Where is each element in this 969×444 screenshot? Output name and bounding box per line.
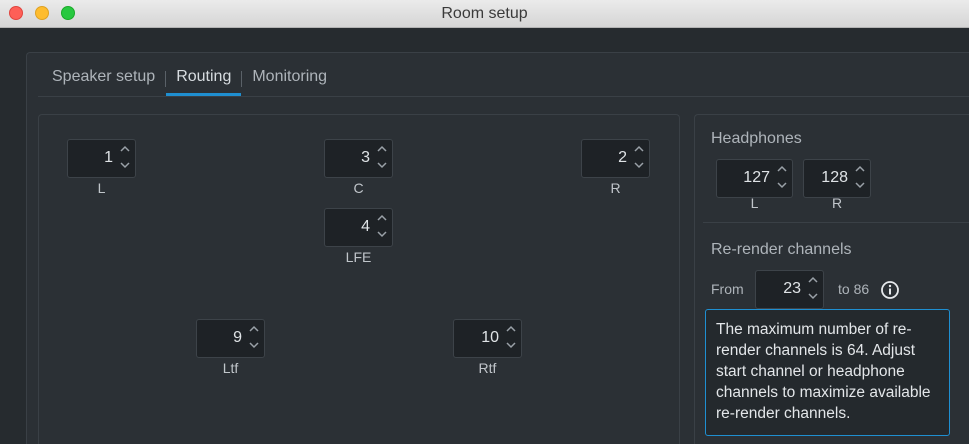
chevron-up-icon[interactable] — [807, 274, 819, 288]
chevron-down-icon[interactable] — [807, 291, 819, 305]
headphones-right-stepper[interactable]: 128 — [803, 159, 871, 198]
chevron-up-icon[interactable] — [119, 143, 131, 157]
chevron-up-icon[interactable] — [248, 323, 260, 337]
speaker-lfe-label: LFE — [345, 249, 372, 265]
chevron-down-icon[interactable] — [119, 160, 131, 174]
speaker-c-stepper[interactable]: 3 — [324, 139, 393, 178]
chevron-down-icon[interactable] — [505, 340, 517, 354]
rerender-from-label: From — [711, 281, 744, 297]
chevron-up-icon[interactable] — [505, 323, 517, 337]
title-bar: Room setup — [0, 0, 969, 28]
speaker-r-value: 2 — [618, 149, 627, 166]
chevron-down-icon[interactable] — [376, 229, 388, 243]
tabs-divider — [38, 96, 969, 97]
headphones-left-label: L — [750, 195, 759, 211]
chevron-up-icon[interactable] — [633, 143, 645, 157]
speaker-r-stepper[interactable]: 2 — [581, 139, 650, 178]
speaker-l-value: 1 — [104, 149, 113, 166]
chevron-up-icon[interactable] — [854, 163, 866, 177]
speaker-lfe-value: 4 — [361, 218, 370, 235]
section-divider — [703, 222, 969, 223]
rerender-to-label: to 86 — [838, 281, 870, 297]
tab-bar: Speaker setup Routing Monitoring — [42, 66, 337, 96]
tab-speaker-setup[interactable]: Speaker setup — [42, 66, 165, 94]
headphones-title: Headphones — [711, 130, 802, 147]
chevron-down-icon[interactable] — [854, 180, 866, 194]
chevron-up-icon[interactable] — [776, 163, 788, 177]
speaker-ltf-label: Ltf — [222, 360, 239, 376]
speaker-rtf-label: Rtf — [478, 360, 497, 376]
info-circle-icon[interactable] — [880, 280, 900, 300]
tab-monitoring[interactable]: Monitoring — [242, 66, 337, 94]
speaker-lfe-stepper[interactable]: 4 — [324, 208, 393, 247]
rerender-info-tooltip: The maximum number of re-render channels… — [705, 309, 950, 436]
speaker-l-stepper[interactable]: 1 — [67, 139, 136, 178]
rerender-from-value: 23 — [783, 280, 801, 297]
headphones-right-value: 128 — [821, 169, 848, 186]
headphones-left-value: 127 — [743, 169, 770, 186]
headphones-left-stepper[interactable]: 127 — [716, 159, 793, 198]
rerender-title: Re-render channels — [711, 241, 852, 258]
speaker-rtf-stepper[interactable]: 10 — [453, 319, 522, 358]
speaker-c-label: C — [353, 180, 364, 196]
chevron-up-icon[interactable] — [376, 143, 388, 157]
headphones-right-label: R — [831, 195, 843, 211]
speaker-ltf-value: 9 — [233, 329, 242, 346]
tab-routing[interactable]: Routing — [166, 66, 242, 96]
speaker-c-value: 3 — [361, 149, 370, 166]
speaker-r-label: R — [610, 180, 621, 196]
speaker-rtf-value: 10 — [481, 329, 499, 346]
chevron-up-icon[interactable] — [376, 212, 388, 226]
chevron-down-icon[interactable] — [248, 340, 260, 354]
chevron-down-icon[interactable] — [376, 160, 388, 174]
speaker-l-label: L — [97, 180, 106, 196]
window-title: Room setup — [441, 5, 528, 22]
chevron-down-icon[interactable] — [776, 180, 788, 194]
chevron-down-icon[interactable] — [633, 160, 645, 174]
rerender-from-stepper[interactable]: 23 — [755, 270, 824, 309]
speaker-ltf-stepper[interactable]: 9 — [196, 319, 265, 358]
